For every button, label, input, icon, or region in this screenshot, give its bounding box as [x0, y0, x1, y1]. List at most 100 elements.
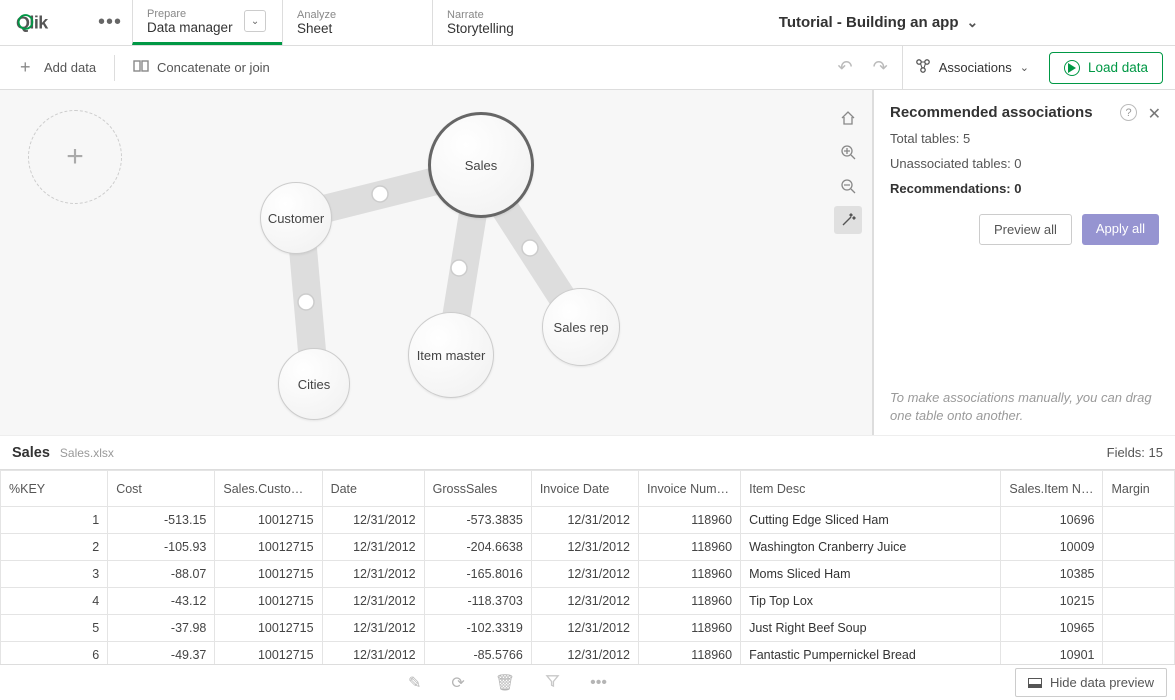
chevron-down-icon: ⌄: [967, 14, 979, 31]
nav-prepare-dropdown[interactable]: ⌄: [244, 10, 266, 32]
cell-margin: [1103, 561, 1175, 588]
cell-margin: [1103, 588, 1175, 615]
col-desc[interactable]: Item Desc: [741, 471, 1001, 507]
table-bubble-customer[interactable]: Customer: [260, 182, 332, 254]
concatenate-button[interactable]: Concatenate or join: [125, 52, 278, 83]
view-switcher-associations[interactable]: Associations ⌄: [902, 46, 1041, 89]
cell-margin: [1103, 534, 1175, 561]
cell-date: 12/31/2012: [322, 534, 424, 561]
cell-desc: Moms Sliced Ham: [741, 561, 1001, 588]
cell-key: 4: [1, 588, 108, 615]
cell-gross: -204.6638: [424, 534, 531, 561]
app-title[interactable]: Tutorial - Building an app ⌄: [582, 0, 1175, 45]
canvas-magic-wand-icon[interactable]: [834, 206, 862, 234]
table-row[interactable]: 2-105.931001271512/31/2012-204.663812/31…: [1, 534, 1175, 561]
cell-cust: 10012715: [215, 615, 322, 642]
undo-button[interactable]: ↶: [832, 53, 859, 82]
nav-prepare[interactable]: Prepare Data manager ⌄: [132, 0, 282, 45]
cell-cost: -88.07: [108, 561, 215, 588]
table-bubble-sales[interactable]: Sales: [428, 112, 534, 218]
cell-item: 10965: [1001, 615, 1103, 642]
panel-title: Recommended associations: [890, 104, 1159, 121]
associations-canvas[interactable]: + Sales Customer Cities Item master Sale…: [0, 90, 873, 435]
cell-desc: Just Right Beef Soup: [741, 615, 1001, 642]
nav-narrate-big: Storytelling: [447, 21, 514, 36]
hide-data-preview-label: Hide data preview: [1050, 675, 1154, 690]
add-data-button[interactable]: + Add data: [12, 54, 104, 82]
view-switcher-label: Associations: [939, 60, 1012, 75]
cell-gross: -573.3835: [424, 507, 531, 534]
cell-cost: -105.93: [108, 534, 215, 561]
cell-gross: -165.8016: [424, 561, 531, 588]
table-row[interactable]: 5-37.981001271512/31/2012-102.331912/31/…: [1, 615, 1175, 642]
redo-button[interactable]: ↷: [867, 53, 894, 82]
cell-cust: 10012715: [215, 534, 322, 561]
cell-cust: 10012715: [215, 561, 322, 588]
nav-prepare-small: Prepare: [147, 8, 233, 20]
cell-inv: 12/31/2012: [531, 561, 638, 588]
table-bubble-item-master[interactable]: Item master: [408, 312, 494, 398]
col-cost[interactable]: Cost: [108, 471, 215, 507]
associations-icon: [915, 58, 931, 77]
canvas-zoom-out-icon[interactable]: [834, 172, 862, 200]
col-inv[interactable]: Invoice Date: [531, 471, 638, 507]
preview-all-button[interactable]: Preview all: [979, 214, 1072, 245]
hide-data-preview-button[interactable]: Hide data preview: [1015, 668, 1167, 697]
delete-icon[interactable]: 🗑: [495, 673, 515, 693]
close-icon[interactable]: ✕: [1148, 104, 1161, 124]
nav-analyze[interactable]: Analyze Sheet: [282, 0, 432, 45]
canvas-zoom-in-icon[interactable]: [834, 138, 862, 166]
col-key[interactable]: %KEY: [1, 471, 108, 507]
col-cust[interactable]: Sales.Custo…: [215, 471, 322, 507]
panel-hint: To make associations manually, you can d…: [890, 389, 1159, 425]
cell-key: 1: [1, 507, 108, 534]
col-date[interactable]: Date: [322, 471, 424, 507]
canvas-add-table[interactable]: +: [28, 110, 122, 204]
cell-invn: 118960: [639, 507, 741, 534]
preview-file-name: Sales.xlsx: [60, 446, 114, 460]
apply-all-button[interactable]: Apply all: [1082, 214, 1159, 245]
canvas-home-icon[interactable]: [834, 104, 862, 132]
cell-inv: 12/31/2012: [531, 588, 638, 615]
table-row[interactable]: 4-43.121001271512/31/2012-118.370312/31/…: [1, 588, 1175, 615]
cell-desc: Tip Top Lox: [741, 588, 1001, 615]
cell-item: 10215: [1001, 588, 1103, 615]
cell-key: 5: [1, 615, 108, 642]
cell-invn: 118960: [639, 615, 741, 642]
col-item[interactable]: Sales.Item N…: [1001, 471, 1103, 507]
table-bubble-sales-rep[interactable]: Sales rep: [542, 288, 620, 366]
app-menu-icon[interactable]: •••: [88, 0, 132, 45]
filter-icon[interactable]: [545, 673, 560, 693]
col-gross[interactable]: GrossSales: [424, 471, 531, 507]
cell-key: 3: [1, 561, 108, 588]
play-icon: [1064, 60, 1080, 76]
cell-gross: -118.3703: [424, 588, 531, 615]
concatenate-icon: [133, 58, 149, 77]
cell-date: 12/31/2012: [322, 588, 424, 615]
cell-inv: 12/31/2012: [531, 615, 638, 642]
load-data-button[interactable]: Load data: [1049, 52, 1163, 84]
table-row[interactable]: 3-88.071001271512/31/2012-165.801612/31/…: [1, 561, 1175, 588]
data-preview-grid[interactable]: %KEY Cost Sales.Custo… Date GrossSales I…: [0, 469, 1175, 669]
cell-item: 10696: [1001, 507, 1103, 534]
cell-date: 12/31/2012: [322, 615, 424, 642]
cell-item: 10009: [1001, 534, 1103, 561]
table-row[interactable]: 1-513.151001271512/31/2012-573.383512/31…: [1, 507, 1175, 534]
cell-invn: 118960: [639, 561, 741, 588]
col-margin[interactable]: Margin: [1103, 471, 1175, 507]
nav-narrate[interactable]: Narrate Storytelling: [432, 0, 582, 45]
more-icon[interactable]: •••: [590, 674, 607, 692]
col-invn[interactable]: Invoice Num…: [639, 471, 741, 507]
recommendations-panel: ? ✕ Recommended associations Total table…: [873, 90, 1175, 435]
cell-key: 2: [1, 534, 108, 561]
table-bubble-cities[interactable]: Cities: [278, 348, 350, 420]
preview-table-name: Sales: [12, 445, 50, 461]
cell-gross: -102.3319: [424, 615, 531, 642]
plus-icon: +: [20, 60, 36, 76]
cell-margin: [1103, 507, 1175, 534]
refresh-icon[interactable]: ⟳: [451, 673, 464, 693]
app-title-text: Tutorial - Building an app: [779, 14, 959, 31]
cell-cost: -37.98: [108, 615, 215, 642]
edit-icon[interactable]: ✎: [408, 673, 421, 693]
help-icon[interactable]: ?: [1120, 104, 1137, 121]
